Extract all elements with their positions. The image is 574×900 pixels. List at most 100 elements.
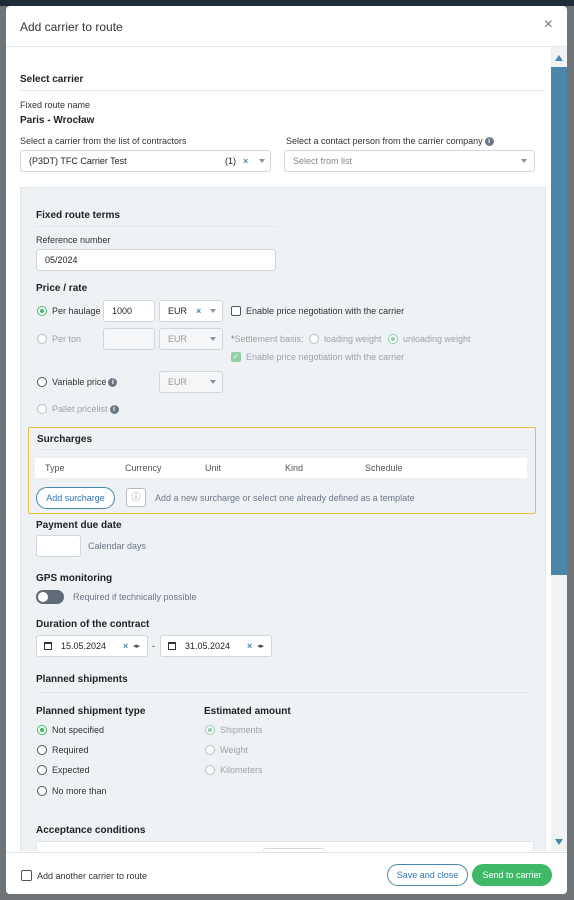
save-close-button[interactable]: Save and close: [387, 864, 468, 886]
clear-icon[interactable]: ×: [123, 641, 128, 651]
unloading-weight-radio[interactable]: [388, 334, 398, 344]
acceptance-heading: Acceptance conditions: [36, 825, 146, 836]
amount-weight-radio[interactable]: [205, 745, 215, 755]
clear-icon[interactable]: ×: [196, 306, 201, 316]
select-carrier-heading: Select carrier: [20, 74, 84, 85]
info-icon: i: [484, 137, 494, 147]
per-ton-label: Per ton: [52, 334, 82, 344]
price-input[interactable]: 1000: [103, 300, 155, 322]
price-heading: Price / rate: [36, 283, 88, 294]
carrier-value: (P3DT) TFC Carrier Test: [29, 156, 127, 166]
ref-input[interactable]: 05/2024: [36, 249, 276, 271]
payment-days-input[interactable]: [36, 535, 81, 557]
currency-value: EUR: [168, 377, 188, 387]
end-date: 31.05.2024: [185, 641, 231, 651]
ref-value: 05/2024: [45, 255, 78, 265]
currency-value: EUR: [168, 334, 188, 344]
settlement-basis-text: Settlement basis:: [234, 334, 304, 344]
arrows-icon[interactable]: ◂▸: [257, 642, 264, 650]
currency-select[interactable]: EUR ×: [159, 300, 223, 322]
per-haulage-radio[interactable]: [37, 306, 47, 316]
type-expected-radio[interactable]: [37, 765, 47, 775]
clear-icon[interactable]: ×: [247, 641, 252, 651]
amount-km-radio[interactable]: [205, 765, 215, 775]
divider: [36, 692, 532, 693]
scroll-down-icon[interactable]: [555, 839, 563, 845]
amount-km-label: Kilometers: [220, 765, 263, 775]
amount-heading: Estimated amount: [204, 706, 291, 717]
scroll-thumb[interactable]: [551, 67, 567, 575]
variable-price-text: Variable price: [52, 377, 107, 387]
pallet-pricelist-radio[interactable]: [37, 404, 47, 414]
type-not-specified-radio[interactable]: [37, 725, 47, 735]
send-to-carrier-button[interactable]: Send to carrier: [472, 864, 552, 886]
route-name: Paris - Wrocław: [20, 115, 95, 126]
variable-price-radio[interactable]: [37, 377, 47, 387]
amount-shipments-radio[interactable]: [205, 725, 215, 735]
surcharges-table-header: Type Currency Unit Kind Schedule: [35, 458, 527, 478]
type-not-specified-label: Not specified: [52, 725, 105, 735]
end-date-input[interactable]: 31.05.2024 × ◂▸: [160, 635, 272, 657]
col-unit: Unit: [205, 463, 222, 473]
info-icon: i: [109, 405, 119, 415]
close-icon[interactable]: ×: [544, 16, 553, 34]
modal-footer: Add another carrier to route Save and cl…: [6, 852, 567, 894]
acceptance-input[interactable]: [263, 848, 325, 851]
col-kind: Kind: [285, 463, 304, 473]
acceptance-panel: [36, 841, 534, 851]
start-date: 15.05.2024: [61, 641, 107, 651]
divider: [20, 90, 544, 91]
contact-select[interactable]: Select from list: [284, 150, 535, 172]
chevron-down-icon: [210, 380, 216, 384]
add-another-label: Add another carrier to route: [37, 871, 148, 881]
carrier-select[interactable]: (P3DT) TFC Carrier Test (1) ×: [20, 150, 271, 172]
per-ton-input[interactable]: [103, 328, 155, 350]
type-required-radio[interactable]: [37, 745, 47, 755]
per-ton-currency-select[interactable]: EUR: [159, 328, 223, 350]
start-date-input[interactable]: 15.05.2024 × ◂▸: [36, 635, 148, 657]
col-currency: Currency: [125, 463, 162, 473]
gps-toggle[interactable]: [36, 590, 64, 604]
arrows-icon[interactable]: ◂▸: [133, 642, 140, 650]
add-carrier-modal: Add carrier to route × Select carrier Fi…: [6, 6, 567, 894]
add-another-checkbox[interactable]: [21, 870, 32, 881]
scroll-up-icon[interactable]: [555, 55, 563, 61]
amount-weight-label: Weight: [220, 745, 248, 755]
contact-label: Select a contact person from the carrier…: [286, 136, 494, 147]
divider: [37, 449, 527, 450]
chevron-down-icon: [259, 159, 265, 163]
scrollbar[interactable]: [551, 47, 567, 851]
loading-weight-label: loading weight: [324, 334, 382, 344]
negotiation-checkbox[interactable]: [231, 306, 241, 316]
add-surcharge-button[interactable]: Add surcharge: [36, 487, 115, 509]
clear-icon[interactable]: ×: [243, 156, 248, 166]
info-icon: i: [108, 378, 118, 388]
variable-currency-select[interactable]: EUR: [159, 371, 223, 393]
payment-heading: Payment due date: [36, 520, 122, 531]
carrier-count: (1): [225, 156, 236, 166]
pallet-pricelist-label: Pallet pricelist i: [52, 404, 119, 415]
chevron-down-icon: [210, 309, 216, 313]
terms-heading: Fixed route terms: [36, 210, 120, 221]
variable-price-label: Variable price i: [52, 377, 118, 388]
contact-label-text: Select a contact person from the carrier…: [286, 136, 483, 146]
negotiation-label: Enable price negotiation with the carrie…: [246, 306, 405, 316]
loading-weight-radio[interactable]: [309, 334, 319, 344]
calendar-icon: [44, 642, 52, 650]
info-icon: ⓘ: [126, 488, 146, 507]
currency-value: EUR: [168, 306, 188, 316]
type-no-more-than-radio[interactable]: [37, 786, 47, 796]
surcharge-hint: Add a new surcharge or select one alread…: [155, 493, 415, 503]
chevron-down-icon: [521, 159, 527, 163]
type-no-more-than-label: No more than: [52, 786, 107, 796]
modal-body: Select carrier Fixed route name Paris - …: [6, 47, 551, 851]
per-ton-radio[interactable]: [37, 334, 47, 344]
contact-placeholder: Select from list: [293, 156, 353, 166]
price-value: 1000: [112, 306, 133, 316]
ref-label: Reference number: [36, 235, 111, 245]
settlement-basis: *Settlement basis:: [231, 334, 304, 344]
negotiation-checkbox-2[interactable]: ✓: [231, 352, 241, 362]
planned-heading: Planned shipments: [36, 674, 128, 685]
type-expected-label: Expected: [52, 765, 90, 775]
unloading-weight-label: unloading weight: [403, 334, 471, 344]
